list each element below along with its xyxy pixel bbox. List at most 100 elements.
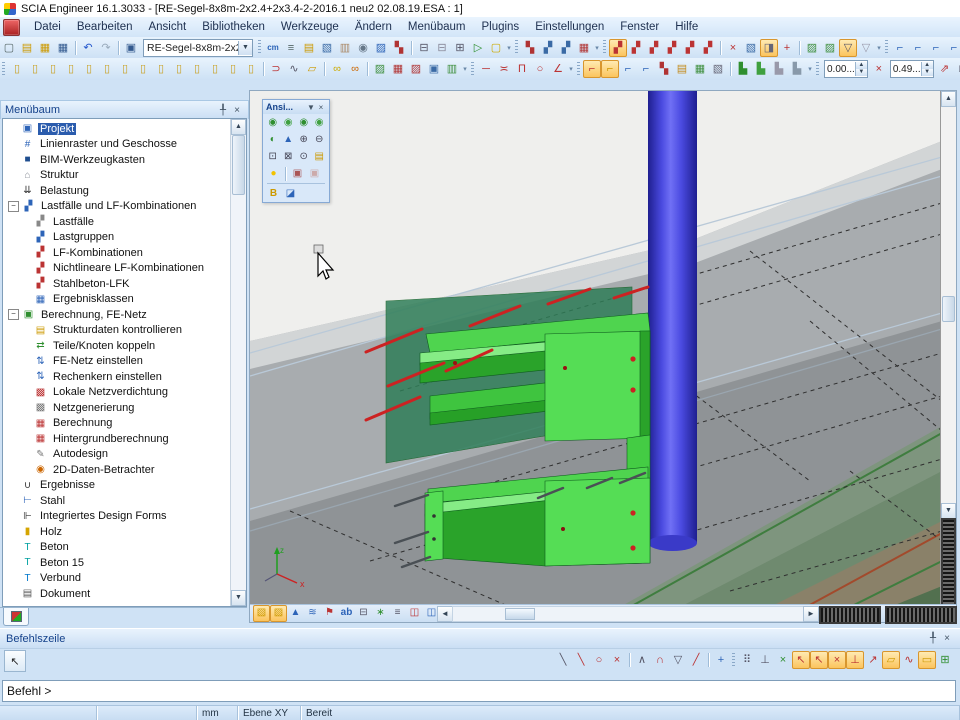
region-b-icon[interactable]: ▦: [691, 60, 709, 78]
window-red-icon[interactable]: ◫: [406, 605, 423, 622]
tree-item-strukturdaten-kontrollieren[interactable]: ▤Strukturdaten kontrollieren: [3, 323, 231, 339]
snap-arc-icon[interactable]: ∩: [651, 651, 669, 669]
connect-plug-icon[interactable]: ⊃: [267, 60, 285, 78]
zoom-out-icon[interactable]: ⊖: [312, 131, 328, 148]
toolbar-grip[interactable]: [816, 62, 819, 77]
beam-green-b-icon[interactable]: ▙: [752, 60, 770, 78]
snap-line-icon[interactable]: ╲: [554, 651, 572, 669]
pointer-mode-button[interactable]: ↖: [4, 650, 26, 672]
tree-item-fe-netz-einstellen[interactable]: ⇅FE-Netz einstellen: [3, 354, 231, 370]
region-a-icon[interactable]: ▤: [673, 60, 691, 78]
draw-circle-red-icon[interactable]: ○: [531, 60, 549, 78]
light-icon[interactable]: ●: [265, 165, 282, 182]
pin-icon[interactable]: ╀: [926, 633, 940, 644]
view-x-icon[interactable]: ◉: [265, 114, 281, 131]
viewport-vscrollbar[interactable]: ▲ ▼: [940, 91, 956, 607]
viewport-hscrollbar[interactable]: [452, 606, 804, 622]
rotate-view-icon[interactable]: ◐: [265, 131, 281, 148]
copy-offset-y-icon[interactable]: ▯: [44, 60, 62, 78]
scroll-left-icon[interactable]: ◄: [437, 606, 453, 622]
menubaum-tab[interactable]: [3, 608, 29, 626]
corner-snap-icon[interactable]: ⌐: [583, 60, 601, 78]
copy-parallel-y-icon[interactable]: ▯: [8, 60, 26, 78]
beam-gray-b-icon[interactable]: ▙: [788, 60, 806, 78]
explode-y-icon[interactable]: ▯: [224, 60, 242, 78]
link-a-icon[interactable]: ∞: [328, 60, 346, 78]
track-point-icon[interactable]: +: [712, 651, 730, 669]
tree-item-lastgruppen[interactable]: ▞Lastgruppen: [3, 230, 231, 246]
snap-step-spinner[interactable]: 0.49... ▲▼: [890, 60, 934, 78]
toolbar-grip[interactable]: [2, 62, 5, 77]
array-obj-icon[interactable]: ▥: [443, 60, 461, 78]
corner-c2-icon[interactable]: ⌐: [619, 60, 637, 78]
doc-export-icon[interactable]: ▷: [469, 39, 487, 57]
print-icon[interactable]: ⊟: [415, 39, 433, 57]
zoom-all-icon[interactable]: ⊠: [281, 148, 297, 165]
toolbar-overflow-icon[interactable]: ▾: [505, 44, 513, 52]
corner-lock-icon[interactable]: ⌐: [601, 60, 619, 78]
open-file-icon[interactable]: ▤: [18, 39, 36, 57]
center-target-icon[interactable]: +: [778, 39, 796, 57]
app-icon[interactable]: [3, 19, 20, 36]
mini-calc-icon[interactable]: ⊞: [936, 651, 954, 669]
combo-arrow-icon[interactable]: ▼: [238, 41, 252, 55]
menu-item-werkzeuge[interactable]: Werkzeuge: [273, 19, 347, 35]
tree-item-ergebnisse[interactable]: ∪Ergebnisse: [3, 478, 231, 494]
steel-column[interactable]: [648, 91, 697, 551]
break-y-icon[interactable]: ▯: [134, 60, 152, 78]
tree-item-linienraster-und-geschosse[interactable]: #Linienraster und Geschosse: [3, 137, 231, 153]
tree-item-hintergrundberechnung[interactable]: ▦Hintergrundberechnung: [3, 431, 231, 447]
tree-item-lf-kombinationen[interactable]: ▞LF-Kombinationen: [3, 245, 231, 261]
tree-item-lokale-netzverdichtung[interactable]: ▩Lokale Netzverdichtung: [3, 385, 231, 401]
zoom-doc-icon[interactable]: ▞: [539, 39, 557, 57]
tree-item-lastf-lle[interactable]: ▞Lastfälle: [3, 214, 231, 230]
result-chart-icon[interactable]: ≋: [304, 605, 321, 622]
measure-tape-icon[interactable]: ▭: [918, 651, 936, 669]
toolbar-overflow-icon[interactable]: ▾: [461, 65, 469, 73]
spinner-arrows[interactable]: ▲▼: [921, 62, 933, 76]
layers-icon[interactable]: ≡: [282, 39, 300, 57]
snap-angle-red-icon[interactable]: ⇗: [936, 60, 954, 78]
view-params-icon[interactable]: ◪: [282, 185, 299, 202]
toolbar-grip[interactable]: [577, 62, 580, 77]
tree-item-netzgenerierung[interactable]: ▩Netzgenerierung: [3, 400, 231, 416]
snap-center-icon[interactable]: ▱: [882, 651, 900, 669]
flatten-y-icon[interactable]: ▯: [242, 60, 260, 78]
copy-b-icon[interactable]: ◨: [760, 39, 778, 57]
wire-render-icon[interactable]: ▨: [270, 605, 287, 622]
cam-back-icon[interactable]: ▣: [306, 165, 323, 182]
cut-y-icon[interactable]: ▯: [188, 60, 206, 78]
workstation-other-icon[interactable]: ▞: [699, 39, 717, 57]
tree-expander-icon[interactable]: −: [8, 201, 19, 212]
toolbar-overflow-icon[interactable]: ▾: [567, 65, 575, 73]
link-parts-icon[interactable]: ▚: [521, 39, 539, 57]
workstation-concrete-icon[interactable]: ▞: [663, 39, 681, 57]
corner-d2-icon[interactable]: ⌐: [637, 60, 655, 78]
snap-filter-icon[interactable]: ▽: [669, 651, 687, 669]
menu-item-bearbeiten[interactable]: Bearbeiten: [69, 19, 141, 35]
toolbar-overflow-icon[interactable]: ▾: [875, 44, 883, 52]
calculator-icon[interactable]: ⊞: [451, 39, 469, 57]
tree-item-dokument[interactable]: ▤Dokument: [3, 586, 231, 602]
globe-icon[interactable]: ◉: [354, 39, 372, 57]
render-doc-icon[interactable]: B: [265, 185, 282, 202]
tree-item-belastung[interactable]: ⇊Belastung: [3, 183, 231, 199]
workstation-steel-icon[interactable]: ▞: [645, 39, 663, 57]
zoom-bar-1[interactable]: [819, 606, 881, 624]
link-b-icon[interactable]: ∞: [346, 60, 364, 78]
cross-section-icon[interactable]: ▧: [318, 39, 336, 57]
rotate-obj-icon[interactable]: ▦: [389, 60, 407, 78]
measure-person-icon[interactable]: ∟: [954, 60, 960, 78]
workstation-geo-icon[interactable]: ▞: [681, 39, 699, 57]
menu-item-hilfe[interactable]: Hilfe: [667, 19, 706, 35]
viewport-hscroll-thumb[interactable]: [505, 608, 535, 620]
menu-item-fenster[interactable]: Fenster: [612, 19, 667, 35]
snap-tangent-icon[interactable]: ↗: [864, 651, 882, 669]
extend-y-icon[interactable]: ▯: [98, 60, 116, 78]
beam-levels-icon[interactable]: ▦: [575, 39, 593, 57]
viewport-vscroll-thumb[interactable]: [942, 296, 955, 322]
document-icon[interactable]: ▢: [487, 39, 505, 57]
walk-view-icon[interactable]: ▲: [281, 131, 297, 148]
corner-d-icon[interactable]: ⌐: [945, 39, 960, 57]
draw-line-red-icon[interactable]: ─: [477, 60, 495, 78]
